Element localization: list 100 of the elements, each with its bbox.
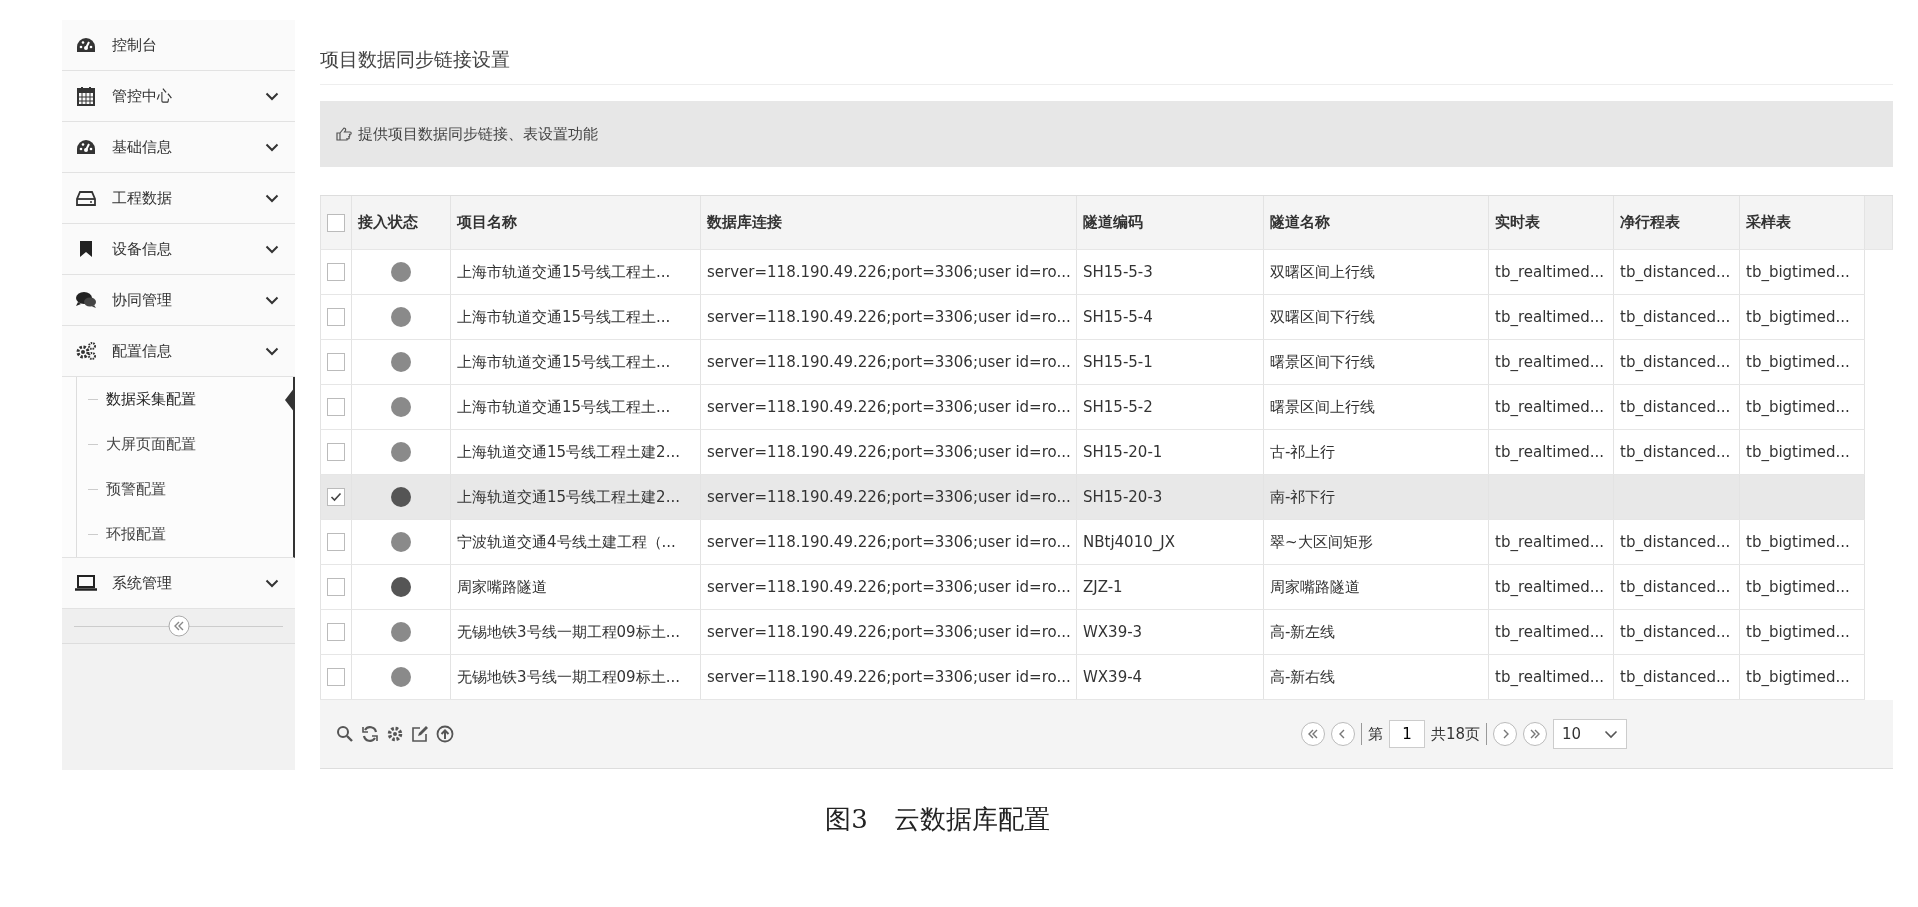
table-cell: SH15-5-4 <box>1077 295 1264 339</box>
table-cell: 上海轨道交通15号线工程土建2... <box>451 475 701 519</box>
table-cell: 双曙区间上行线 <box>1264 250 1489 294</box>
settings-icon[interactable] <box>386 725 404 743</box>
column-header[interactable]: 隧道编码 <box>1077 196 1264 249</box>
sidebar-item[interactable]: 配置信息 <box>62 326 295 377</box>
table-cell: SH15-20-1 <box>1077 430 1264 474</box>
table-cell: server=118.190.49.226;port=3306;user id=ro... <box>701 655 1077 699</box>
next-page-button[interactable] <box>1493 722 1517 746</box>
column-header[interactable]: 项目名称 <box>451 196 701 249</box>
dashboard-icon <box>74 36 98 54</box>
table-cell: SH15-5-1 <box>1077 340 1264 384</box>
checkbox[interactable] <box>327 533 345 551</box>
page-size-select[interactable]: 10 <box>1553 719 1627 749</box>
chevron-down-icon <box>265 193 279 203</box>
chevron-down-icon <box>265 295 279 305</box>
table-cell: tb_bigtimed... <box>1740 340 1865 384</box>
chevron-down-icon <box>265 244 279 254</box>
chevron-down-icon <box>265 142 279 152</box>
checkbox[interactable] <box>327 353 345 371</box>
table-cell: tb_bigtimed... <box>1740 655 1865 699</box>
table-cell: WX39-3 <box>1077 610 1264 654</box>
table-cell: server=118.190.49.226;port=3306;user id=ro... <box>701 250 1077 294</box>
gears-icon <box>74 341 98 361</box>
sidebar-item[interactable]: 控制台 <box>62 20 295 71</box>
page-label: 第 <box>1367 724 1383 744</box>
table-cell: 古-祁上行 <box>1264 430 1489 474</box>
sidebar-item[interactable]: 系统管理 <box>62 558 295 609</box>
search-icon[interactable] <box>336 725 354 743</box>
table-cell: WX39-4 <box>1077 655 1264 699</box>
sidebar-item[interactable]: 协同管理 <box>62 275 295 326</box>
checkbox[interactable] <box>327 398 345 416</box>
table-cell: 高-新右线 <box>1264 655 1489 699</box>
table-cell: tb_bigtimed... <box>1740 520 1865 564</box>
table-cell: 周家嘴路隧道 <box>1264 565 1489 609</box>
table-cell: tb_distanced... <box>1614 340 1740 384</box>
sidebar-item[interactable]: 基础信息 <box>62 122 295 173</box>
checkbox[interactable] <box>327 623 345 641</box>
last-page-chevron-icon <box>1529 729 1541 739</box>
previous-page-button[interactable] <box>1330 722 1355 746</box>
table-cell: server=118.190.49.226;port=3306;user id=ro... <box>701 520 1077 564</box>
table-cell: server=118.190.49.226;port=3306;user id=ro... <box>701 385 1077 429</box>
checkbox[interactable] <box>327 578 345 596</box>
table-cell: server=118.190.49.226;port=3306;user id=ro... <box>701 430 1077 474</box>
table-cell: server=118.190.49.226;port=3306;user id=ro... <box>701 340 1077 384</box>
last-page-button[interactable] <box>1523 722 1547 746</box>
submenu-item[interactable]: 数据采集配置 <box>62 377 293 422</box>
table-cell: tb_realtimed... <box>1489 430 1614 474</box>
table-cell: 高-新左线 <box>1264 610 1489 654</box>
table-cell: tb_distanced... <box>1614 610 1740 654</box>
column-header[interactable]: 净行程表 <box>1614 196 1740 249</box>
table-cell: 南-祁下行 <box>1264 475 1489 519</box>
checkbox[interactable] <box>327 263 345 281</box>
figure-caption: 图3 云数据库配置 <box>825 803 1050 836</box>
sidebar-item[interactable]: 管控中心 <box>62 71 295 122</box>
table-cell: 曙景区间下行线 <box>1264 340 1489 384</box>
column-header[interactable]: 数据库连接 <box>701 196 1077 249</box>
caret-icon <box>1604 729 1618 739</box>
table-cell: tb_realtimed... <box>1489 295 1614 339</box>
table-cell: 曙景区间上行线 <box>1264 385 1489 429</box>
table-cell: 双曙区间下行线 <box>1264 295 1489 339</box>
refresh-icon[interactable] <box>361 725 379 743</box>
table-cell: SH15-5-2 <box>1077 385 1264 429</box>
table-cell: tb_distanced... <box>1614 565 1740 609</box>
chevron-down-icon <box>265 578 279 588</box>
column-header[interactable]: 隧道名称 <box>1264 196 1489 249</box>
table-cell: tb_realtimed... <box>1489 340 1614 384</box>
table-cell: tb_realtimed... <box>1489 250 1614 294</box>
table-cell: ZJZ-1 <box>1077 565 1264 609</box>
info-text: 提供项目数据同步链接、表设置功能 <box>358 124 598 144</box>
submenu-item[interactable]: 预警配置 <box>62 467 293 512</box>
table-cell: server=118.190.49.226;port=3306;user id=ro... <box>701 565 1077 609</box>
submenu-item[interactable]: 环报配置 <box>62 512 293 557</box>
checkbox[interactable] <box>327 443 345 461</box>
page-input[interactable]: 1 <box>1388 720 1425 748</box>
upload-icon[interactable] <box>436 725 454 743</box>
column-header[interactable]: 接入状态 <box>352 196 451 249</box>
sidebar-item[interactable]: 设备信息 <box>62 224 295 275</box>
dashboard-icon <box>74 138 98 156</box>
collapse-button[interactable] <box>167 615 190 637</box>
sidebar-item[interactable]: 工程数据 <box>62 173 295 224</box>
column-header[interactable]: 实时表 <box>1489 196 1614 249</box>
checkbox[interactable] <box>327 668 345 686</box>
table-cell: 上海轨道交通15号线工程土建2... <box>451 430 701 474</box>
table-cell: NBtj4010_JX <box>1077 520 1264 564</box>
edit-icon[interactable] <box>411 725 429 743</box>
page-total: 共18页 <box>1430 724 1480 744</box>
checkbox[interactable] <box>327 213 345 232</box>
table-cell: 上海市轨道交通15号线工程土... <box>451 385 701 429</box>
checkbox[interactable] <box>327 308 345 326</box>
checkbox[interactable] <box>327 488 345 506</box>
table-cell: tb_distanced... <box>1614 295 1740 339</box>
chat-bubbles-icon <box>74 291 98 309</box>
first-page-button[interactable] <box>1300 722 1325 746</box>
table-cell: tb_bigtimed... <box>1740 430 1865 474</box>
submenu-item[interactable]: 大屏页面配置 <box>62 422 293 467</box>
calendar-icon <box>74 86 98 106</box>
table-cell: server=118.190.49.226;port=3306;user id=ro... <box>701 610 1077 654</box>
table-cell: tb_bigtimed... <box>1740 250 1865 294</box>
table-cell: 翠~大区间矩形 <box>1264 520 1489 564</box>
